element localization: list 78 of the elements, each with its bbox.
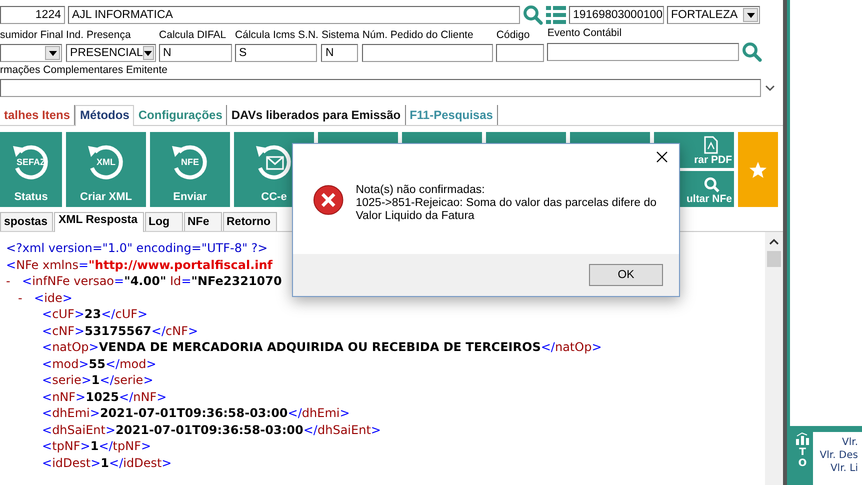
scrollbar-thumb[interactable]	[767, 251, 781, 267]
field-label: Sistema	[321, 29, 360, 42]
dropdown-button[interactable]	[142, 46, 154, 60]
cnpj-field[interactable]: 19169803000100	[569, 6, 664, 24]
dropdown-button[interactable]	[45, 46, 60, 60]
method-tile[interactable]: SEFAZ Status	[0, 132, 62, 207]
document-icon	[704, 136, 718, 154]
vertical-label: TO	[798, 447, 808, 469]
dropdown-button[interactable]	[743, 8, 758, 22]
tab[interactable]: Log	[144, 212, 182, 231]
tab[interactable]: spostas	[0, 212, 54, 231]
search-icon[interactable]	[523, 5, 543, 25]
xml-line: <serie>1</serie>	[42, 372, 154, 388]
method-tile[interactable]: NFE Enviar	[150, 132, 230, 207]
total-label: Vlr. Des	[820, 449, 859, 462]
xml-line: <?xml version="1.0" encoding="UTF-8" ?>	[6, 240, 268, 256]
xml-line: <infNFe versao="4.00" Id="NFe2321070	[22, 273, 282, 290]
field-label: sumidor Final	[0, 29, 64, 42]
xml-line: <cUF>23</cUF>	[42, 306, 148, 322]
xml-line: <tpNF>1</tpNF>	[42, 438, 152, 454]
field-label: Código	[496, 29, 531, 42]
input-field[interactable]: S	[235, 44, 318, 62]
caret-icon	[746, 12, 754, 18]
chevron-down-icon[interactable]	[765, 84, 775, 92]
input-field[interactable]	[547, 43, 740, 61]
close-button[interactable]	[655, 150, 669, 164]
tab[interactable]: Retorno	[222, 212, 277, 231]
xml-line: <NFe xmlns="http://www.portalfiscal.inf	[6, 256, 272, 273]
ok-button[interactable]: OK	[589, 264, 663, 286]
star-icon	[749, 160, 767, 178]
input-field[interactable]: N	[159, 44, 232, 62]
xml-line: <ide>	[34, 290, 72, 306]
tab[interactable]: F11-Pesquisas	[406, 105, 498, 125]
field-label: Calcula DIFAL	[159, 29, 228, 42]
xml-line: <natOp>VENDA DE MERCADORIA ADQUIRIDA OU RECEBIDA DE TERCEIROS</natOp>	[42, 339, 602, 356]
field-label: Núm. Pedido do Cliente	[362, 29, 474, 42]
tab[interactable]: XML Resposta	[54, 212, 144, 232]
xml-line: <dhEmi>2021-07-01T09:36:58-03:00</dhEmi>	[42, 405, 350, 422]
field-label: Evento Contábil	[547, 27, 623, 40]
tab[interactable]: Métodos	[75, 105, 134, 126]
dropdown-field[interactable]: FORTALEZA	[667, 6, 760, 24]
chart-icon	[796, 432, 809, 445]
dropdown-field[interactable]: PRESENCIAL	[66, 44, 156, 62]
xml-line: <dhSaiEnt>2021-07-01T09:36:58-03:00</dhSaiEnt>	[42, 422, 381, 438]
search-icon	[704, 177, 720, 193]
xml-line: <cNF>53175567</cNF>	[42, 322, 198, 339]
code-field[interactable]: 1224	[0, 6, 65, 24]
list-icon[interactable]	[546, 5, 566, 25]
tab[interactable]: NFe	[184, 212, 222, 231]
favorite-tile[interactable]	[738, 132, 778, 207]
collapse-toggle[interactable]: -	[18, 290, 34, 306]
caret-icon	[48, 50, 56, 56]
input-field[interactable]	[362, 44, 494, 62]
dropdown-field[interactable]	[0, 44, 62, 62]
caret-icon	[144, 50, 152, 56]
total-label: Vlr.	[842, 436, 859, 449]
chevron-up-icon[interactable]	[769, 238, 779, 245]
field-label: Cálcula Icms S.N.	[235, 29, 318, 42]
search-icon[interactable]	[742, 42, 762, 62]
xml-line: <mod>55</mod>	[42, 356, 156, 372]
xml-line: <nNF>1025</nNF>	[42, 388, 167, 405]
icon-label: NFE	[180, 157, 200, 167]
collapse-toggle[interactable]: -	[6, 273, 22, 290]
scrollbar[interactable]	[765, 232, 783, 485]
error-message: Nota(s) não confirmadas:	[356, 184, 486, 197]
input-field[interactable]: N	[321, 44, 358, 62]
text-area[interactable]	[0, 79, 761, 97]
method-tile[interactable]: XML Criar XML	[66, 132, 146, 207]
input-field[interactable]	[496, 44, 544, 62]
icon-label: SEFAZ	[15, 157, 46, 167]
client-field[interactable]: AJL INFORMATICA	[68, 6, 520, 24]
field-label: rmações Complementares Emitente	[0, 64, 168, 77]
icon-label: XML	[96, 157, 116, 167]
field-label: Ind. Presença	[66, 29, 132, 42]
xml-line: <idDest>1</idDest>	[42, 454, 172, 471]
total-label: Vlr. Li	[830, 462, 859, 475]
close-icon	[656, 151, 668, 163]
error-icon	[313, 184, 344, 216]
